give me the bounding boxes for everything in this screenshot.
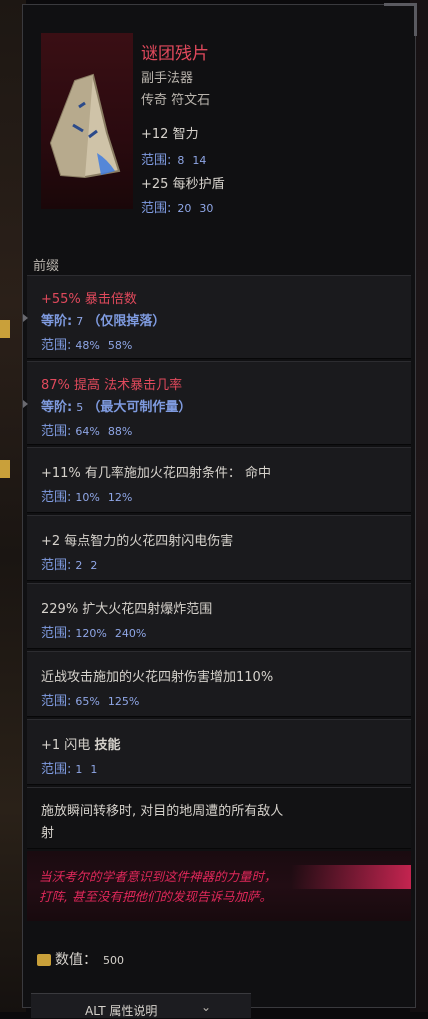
range-min: 1 [75,763,83,776]
coin-icon [37,954,51,966]
affix-block[interactable]: 229% 扩大火花四射爆炸范围 范围: 120% 240% [27,583,411,649]
affix-stat: 229% 扩大火花四射爆炸范围 [41,602,213,617]
tier-value: 5 [76,401,84,414]
affix-block[interactable]: +55% 暴击倍数 等阶: 7 （仅限掉落） 范围: 48% 58% [23,275,411,359]
range-max: 30 [199,202,214,215]
affix-range: 范围: 64% 88% [41,420,132,439]
tier-label: 等阶: [41,400,73,415]
range-label: 范围: [41,338,72,353]
alt-text: 属性说明 [109,1004,158,1018]
range-min: 64% [75,425,100,438]
affix-stat-text: +1 闪电 [41,738,95,753]
expand-arrow-icon [23,400,28,408]
item-tooltip: 谜团残片 副手法器 传奇 符文石 +12 智力 范围: 8 14 +25 每秒护盾 … [22,3,417,1018]
range-max: 12% [107,491,133,504]
range-min: 2 [75,559,83,572]
implicit-range: 范围: 8 14 [141,149,206,168]
range-label: 范围: [41,694,72,709]
affix-range: 范围: 120% 240% [41,622,146,641]
affix-stat: +55% 暴击倍数 [41,292,137,307]
implicit-stat: +12 智力 [141,127,199,142]
item-rarity: 传奇 符文石 [141,93,211,108]
alt-key: ALT [85,1004,106,1018]
affix-stat: +11% 有几率施加火花四射条件： 命中 [41,466,272,481]
tier-note: （仅限掉落） [87,314,166,329]
affix-stat: 近战攻击施加的火花四射伤害增加110% [41,670,274,685]
affix-range: 范围: 1 1 [41,758,97,777]
affix-range: 范围: 48% 58% [41,334,132,353]
alt-label: ALT 属性说明 [85,1002,157,1019]
item-name: 谜团残片 [141,44,209,64]
range-label: 范围: [141,153,172,168]
affix-block[interactable]: +1 闪电 技能 范围: 1 1 [27,719,411,785]
lore-text: 当沃考尔的学者意识到这件神器的力量时， 打阵, 甚至没有把他们的发现告诉马加萨。 [39,867,389,907]
range-min: 10% [75,491,100,504]
value-label: 数值： [55,952,97,968]
item-type: 副手法器 [141,71,194,86]
range-min: 8 [177,154,185,167]
range-min: 48% [75,339,100,352]
range-max: 58% [107,339,133,352]
tier-note: （最大可制作量） [87,400,192,415]
affix-range: 范围: 10% 12% [41,486,132,505]
affix-range: 范围: 2 2 [41,554,97,573]
implicit-range: 范围: 20 30 [141,197,213,216]
item-header: 谜团残片 副手法器 传奇 符文石 +12 智力 范围: 8 14 +25 每秒护盾 … [23,5,415,250]
affix-block[interactable]: 近战攻击施加的火花四射伤害增加110% 范围: 65% 125% [27,651,411,717]
lore-line: 当沃考尔的学者意识到这件神器的力量时， [39,869,277,884]
affix-stat-keyword: 技能 [94,738,121,753]
range-max: 88% [107,425,133,438]
affix-tier: 等阶: 5 （最大可制作量） [41,396,191,415]
affix-stat: 87% 提高 法术暴击几率 [41,378,183,393]
range-label: 范围: [41,490,72,505]
range-max: 2 [90,559,98,572]
item-value: 数值： 500 [37,949,124,969]
range-label: 范围: [141,201,172,216]
range-label: 范围: [41,558,72,573]
lore-text-block: 当沃考尔的学者意识到这件神器的力量时， 打阵, 甚至没有把他们的发现告诉马加萨。 [27,851,411,921]
range-min: 20 [177,202,192,215]
background-glint [0,320,10,338]
range-min: 120% [75,627,107,640]
affix-block[interactable]: +11% 有几率施加火花四射条件： 命中 范围: 10% 12% [27,447,411,513]
value-amount: 500 [103,954,124,967]
affix-stat: +2 每点智力的火花四射闪电伤害 [41,534,234,549]
tier-label: 等阶: [41,314,73,329]
affix-range: 范围: 65% 125% [41,690,139,709]
affix-stat: +1 闪电 技能 [41,734,120,753]
range-max: 14 [192,154,207,167]
range-label: 范围: [41,762,72,777]
item-icon-frame [41,33,133,209]
range-label: 范围: [41,424,72,439]
range-max: 125% [107,695,140,708]
special-line: 射 [41,826,55,841]
rune-stone-shard-icon [49,73,121,179]
special-property: 施放瞬间转移时, 对目的地周遭的所有敌人 射 [27,787,411,849]
affix-block[interactable]: 87% 提高 法术暴击几率 等阶: 5 （最大可制作量） 范围: 64% 88% [23,361,411,445]
affix-tier: 等阶: 7 （仅限掉落） [41,310,165,329]
expand-arrow-icon [23,314,28,322]
affix-block[interactable]: +2 每点智力的火花四射闪电伤害 范围: 2 2 [27,515,411,581]
prefix-label: 前缀 [33,259,60,274]
implicit-stat: +25 每秒护盾 [141,177,225,192]
lore-line: 打阵, 甚至没有把他们的发现告诉马加萨。 [39,889,272,904]
range-max: 240% [114,627,147,640]
tier-value: 7 [76,315,84,328]
alt-attribute-description-toggle[interactable]: ALT 属性说明 ⌄ [31,993,251,1018]
range-max: 1 [90,763,98,776]
special-line: 施放瞬间转移时, 对目的地周遭的所有敌人 [41,804,284,819]
background-glint [0,460,10,478]
range-label: 范围: [41,626,72,641]
range-min: 65% [75,695,100,708]
